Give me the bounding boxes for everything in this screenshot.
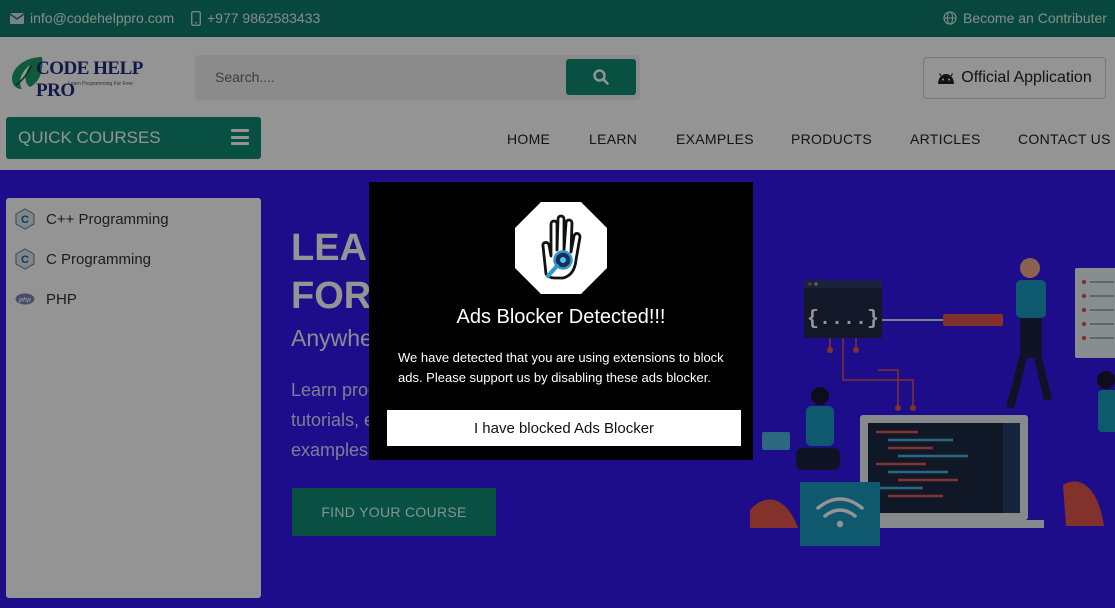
blocked-ads-blocker-button[interactable]: I have blocked Ads Blocker [387,410,741,446]
modal-title: Ads Blocker Detected!!! [456,306,666,328]
ads-blocker-modal: Ads Blocker Detected!!! We have detected… [369,182,753,460]
modal-message: We have detected that you are using exte… [398,350,724,385]
stop-hand-icon [515,202,607,294]
